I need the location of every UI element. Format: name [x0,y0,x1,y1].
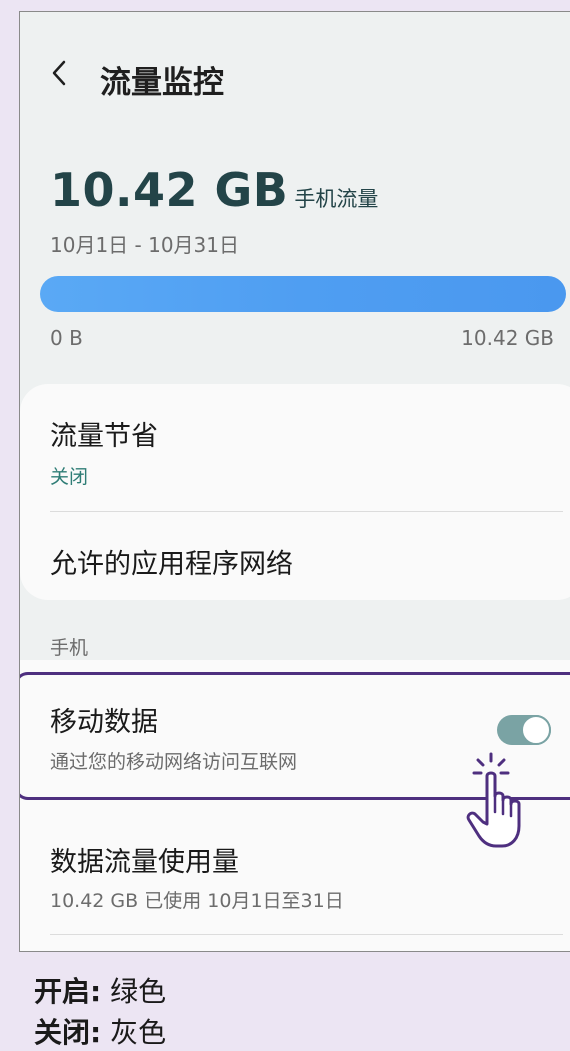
data-saver-title: 流量节省 [50,421,158,452]
data-usage-subtitle: 10.42 GB 已使用 10月1日至31日 [50,890,344,912]
back-button[interactable] [50,58,68,94]
chevron-left-icon [52,60,66,86]
allowed-apps-title: 允许的应用程序网络 [50,549,293,580]
section-label-mobile: 手机 [50,637,89,659]
usage-unit-label: 手机流量 [294,187,379,211]
settings-card: 流量节省 关闭 允许的应用程序网络 [20,384,570,600]
usage-summary: 10.42 GB 手机流量 [50,163,378,217]
legend-on-value: 绿色 [110,975,167,1008]
legend-off: 关闭: 灰色 [34,1011,166,1051]
data-saver-status: 关闭 [50,466,89,488]
legend-on-label: 开启: [34,975,102,1008]
legend-off-value: 灰色 [110,1016,167,1049]
allowed-apps-item[interactable]: 允许的应用程序网络 [20,512,570,600]
divider [50,934,563,935]
bar-max-label: 10.42 GB [461,326,554,350]
legend-on: 开启: 绿色 [34,970,166,1010]
usage-period: 10月1日 - 10月31日 [50,233,240,257]
usage-amount: 10.42 GB [50,163,289,217]
data-usage-title: 数据流量使用量 [50,847,239,878]
usage-progress-bar [40,276,566,312]
data-saver-item[interactable]: 流量节省 关闭 [20,384,570,512]
tap-hand-icon [466,752,521,848]
legend-off-label: 关闭: [34,1016,102,1049]
bar-min-label: 0 B [50,326,83,350]
page-title: 流量监控 [100,65,224,101]
